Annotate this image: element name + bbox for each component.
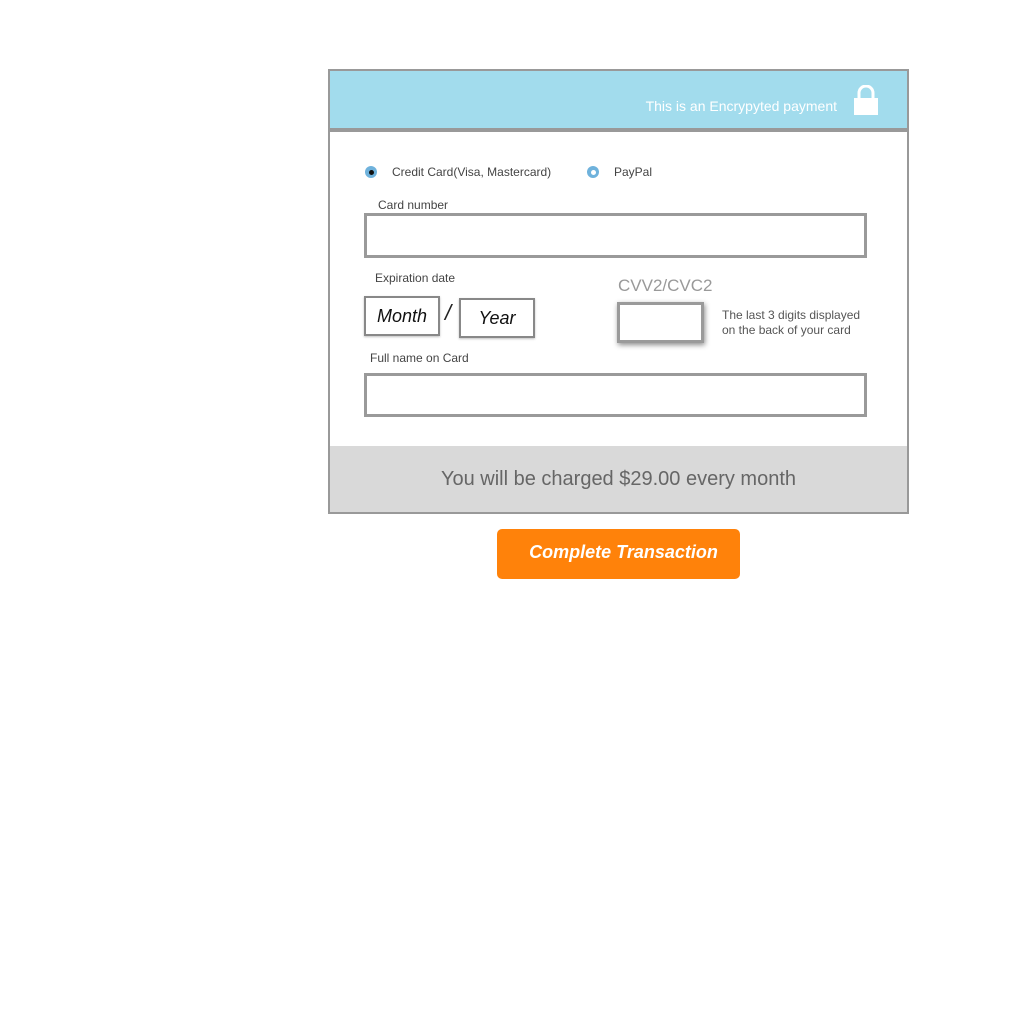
payment-form: Credit Card(Visa, Mastercard) PayPal Car… bbox=[328, 130, 909, 514]
radio-checked-icon[interactable] bbox=[365, 166, 377, 178]
lock-icon bbox=[854, 85, 878, 115]
year-select[interactable]: Year bbox=[459, 298, 535, 338]
charge-notice: You will be charged $29.00 every month bbox=[330, 446, 907, 512]
complete-transaction-button[interactable]: Complete Transaction bbox=[497, 529, 740, 579]
radio-option-paypal[interactable]: PayPal bbox=[587, 165, 652, 179]
cvv-title: CVV2/CVC2 bbox=[618, 276, 713, 295]
encryption-banner: This is an Encrypyted payment bbox=[328, 69, 909, 130]
card-number-label: Card number bbox=[378, 198, 449, 212]
radio-option-credit-card[interactable]: Credit Card(Visa, Mastercard) bbox=[365, 165, 551, 179]
payment-page: This is an Encrypyted payment Credit Car… bbox=[0, 0, 1024, 1024]
cvv-input[interactable] bbox=[617, 302, 704, 343]
full-name-label: Full name on Card bbox=[370, 351, 469, 365]
date-separator: / bbox=[445, 300, 452, 325]
encryption-text: This is an Encrypyted payment bbox=[645, 98, 837, 114]
expiration-date-label: Expiration date bbox=[375, 271, 456, 285]
full-name-input[interactable] bbox=[364, 373, 867, 417]
month-select[interactable]: Month bbox=[364, 296, 440, 336]
paypal-label: PayPal bbox=[614, 165, 653, 179]
credit-card-label: Credit Card(Visa, Mastercard) bbox=[392, 165, 552, 179]
card-number-input[interactable] bbox=[364, 213, 867, 258]
cvv-help-text: The last 3 digits displayed on the back … bbox=[722, 308, 861, 337]
radio-unchecked-icon[interactable] bbox=[587, 166, 599, 178]
charge-text: You will be charged $29.00 every month bbox=[440, 467, 797, 490]
